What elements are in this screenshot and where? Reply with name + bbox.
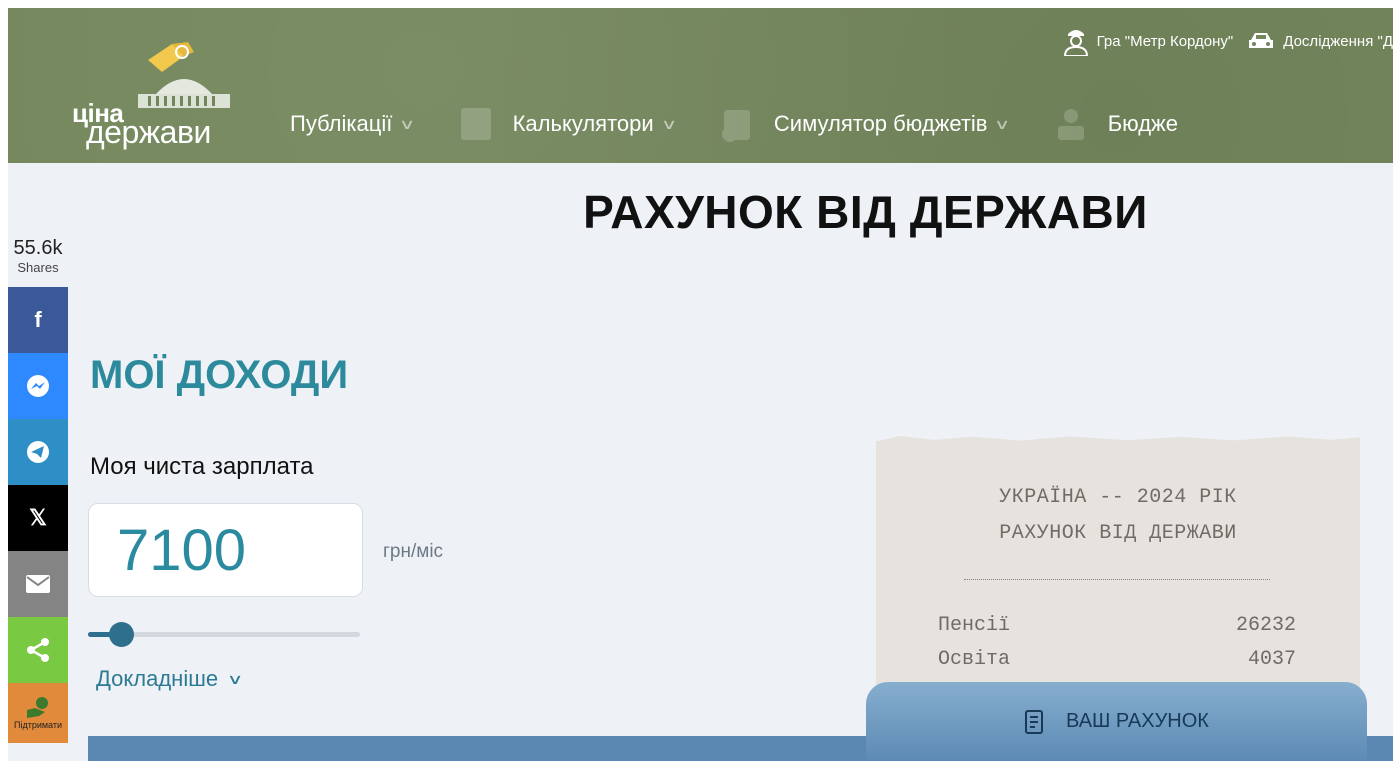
- share-icon: [27, 638, 49, 662]
- chevron-down-icon: ∨: [994, 115, 1011, 132]
- main-nav: Публікації ∨ Калькулятори ∨ Симулятор бю…: [290, 106, 1224, 142]
- nav-item-publications-label: Публікації: [290, 111, 393, 136]
- site-header: ціна держави Гра "Метр Кордону" Дослідже…: [8, 8, 1393, 163]
- top-links: Гра "Метр Кордону" Дослідження "Д: [1063, 26, 1393, 56]
- hand-coin-icon: [27, 697, 48, 718]
- top-link-research[interactable]: Дослідження "Д: [1247, 31, 1393, 51]
- x-icon: 𝕏: [29, 505, 47, 530]
- chevron-down-icon: ∨: [227, 670, 244, 687]
- salary-input[interactable]: 7100: [88, 503, 363, 597]
- share-telegram-button[interactable]: [8, 419, 68, 485]
- officer-icon: [1063, 30, 1088, 56]
- budget-simulator-icon: [721, 110, 750, 142]
- receipt-title-line1: УКРАЇНА -- 2024 РІК: [999, 486, 1237, 509]
- share-count-label: Shares: [17, 260, 59, 275]
- chevron-down-icon: ∨: [660, 115, 677, 132]
- nav-item-calculators[interactable]: Калькулятори ∨: [512, 111, 677, 137]
- receipt-row-value: 4037: [1247, 648, 1296, 671]
- support-button[interactable]: Підтримати: [8, 683, 68, 743]
- salary-unit: грн/міс: [383, 541, 444, 562]
- share-x-button[interactable]: 𝕏: [8, 485, 68, 551]
- receipt: УКРАЇНА -- 2024 РІК РАХУНОК ВІД ДЕРЖАВИ …: [876, 436, 1360, 696]
- email-icon: [26, 575, 50, 593]
- site-logo[interactable]: ціна держави: [72, 38, 252, 150]
- share-more-button[interactable]: [8, 617, 68, 683]
- receipt-title-line2: РАХУНОК ВІД ДЕРЖАВИ: [999, 522, 1237, 545]
- share-email-button[interactable]: [8, 551, 68, 617]
- share-count-value: 55.6k: [13, 237, 63, 259]
- facebook-icon: f: [34, 307, 42, 332]
- page-title: РАХУНОК ВІД ДЕРЖАВИ: [583, 186, 1148, 238]
- your-bill-label: ВАШ РАХУНОК: [1066, 710, 1209, 732]
- receipt-row: Пенсії 26232: [938, 614, 1296, 637]
- share-messenger-button[interactable]: [8, 353, 68, 419]
- top-link-border-game[interactable]: Гра "Метр Кордону": [1063, 26, 1234, 56]
- salary-slider[interactable]: [88, 622, 360, 647]
- share-counter: 55.6k Shares: [8, 237, 68, 275]
- more-details-label: Докладніше: [96, 666, 219, 691]
- more-details-toggle[interactable]: Докладніше ∨: [96, 666, 244, 692]
- your-bill-button[interactable]: ВАШ РАХУНОК: [866, 682, 1367, 761]
- telegram-icon: [27, 441, 49, 463]
- receipt-row: Освіта 4037: [938, 648, 1296, 671]
- chevron-down-icon: ∨: [399, 115, 416, 132]
- salary-slider-handle[interactable]: [108, 622, 134, 647]
- car-icon: [1249, 33, 1274, 48]
- top-link-border-game-label: Гра "Метр Кордону": [1096, 32, 1234, 50]
- messenger-icon: [27, 375, 49, 397]
- nav-item-calculators-label: Калькулятори: [512, 111, 654, 136]
- salary-label: Моя чиста зарплата: [90, 453, 314, 480]
- top-link-research-label: Дослідження "Д: [1283, 32, 1393, 50]
- parliament-logo-icon: [138, 42, 230, 108]
- nav-item-publications[interactable]: Публікації ∨: [290, 111, 416, 137]
- calculator-icon: [460, 108, 491, 140]
- nav-item-budget-simulator-label: Симулятор бюджетів: [773, 111, 988, 136]
- share-bar: f 𝕏 Підтримати: [8, 287, 68, 743]
- share-facebook-button[interactable]: f: [8, 287, 68, 353]
- logo-word-state: держави: [86, 114, 211, 150]
- receipt-divider: [964, 579, 1270, 580]
- receipt-icon: [1025, 709, 1044, 734]
- receipt-row-label: Освіта: [938, 648, 1011, 671]
- nav-item-budget[interactable]: Бюдже: [1108, 111, 1178, 137]
- section-title-income: МОЇ ДОХОДИ: [90, 353, 349, 397]
- receipt-row-label: Пенсії: [938, 614, 1011, 637]
- nav-item-budget-label: Бюдже: [1107, 111, 1178, 136]
- receipt-row-value: 26232: [1235, 614, 1296, 637]
- budget-icon: [1057, 109, 1084, 140]
- support-button-label: Підтримати: [13, 720, 63, 730]
- nav-item-budget-simulator[interactable]: Симулятор бюджетів ∨: [773, 111, 1011, 137]
